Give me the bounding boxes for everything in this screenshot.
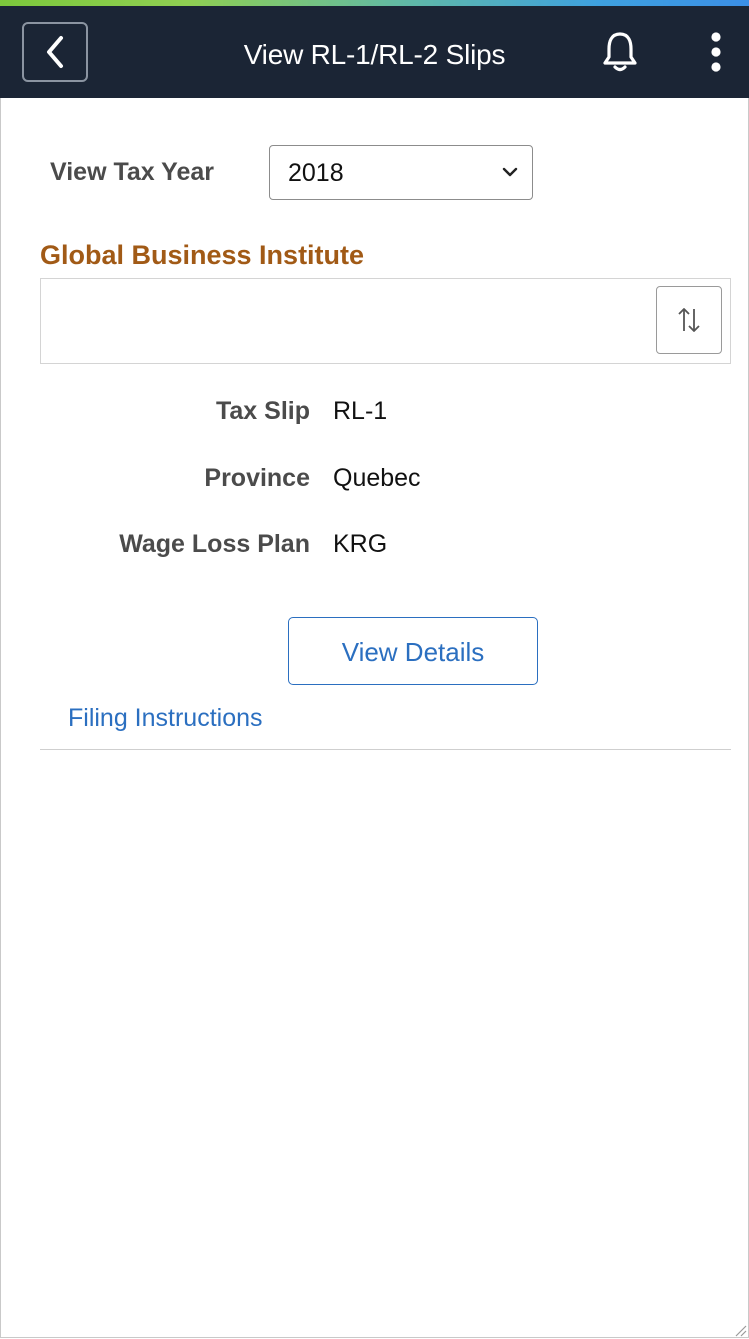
tax-slip-value: RL-1 [333, 397, 388, 425]
kebab-menu-icon [711, 32, 721, 72]
tax-year-value: 2018 [288, 159, 344, 187]
app-header: View RL-1/RL-2 Slips [0, 6, 749, 98]
company-name: Global Business Institute [40, 240, 365, 270]
resize-grip-icon[interactable] [733, 1323, 747, 1337]
sort-up-down-icon [678, 308, 700, 332]
sort-button[interactable] [656, 286, 722, 354]
bell-icon [603, 32, 637, 72]
tax-year-label: View Tax Year [50, 158, 215, 186]
view-details-button[interactable]: View Details [288, 617, 538, 685]
tax-slip-label: Tax Slip [215, 397, 310, 425]
wage-loss-plan-label: Wage Loss Plan [119, 530, 310, 558]
chevron-down-icon [502, 167, 518, 177]
grid-toolbar [40, 278, 731, 364]
filing-instructions-link[interactable]: Filing Instructions [68, 704, 263, 733]
actions-menu-button[interactable] [694, 22, 738, 82]
divider [40, 749, 731, 750]
province-label: Province [204, 464, 310, 492]
wage-loss-plan-value: KRG [333, 530, 388, 558]
tax-year-select[interactable]: 2018 [269, 145, 533, 200]
notifications-button[interactable] [592, 22, 648, 82]
province-value: Quebec [333, 464, 421, 492]
